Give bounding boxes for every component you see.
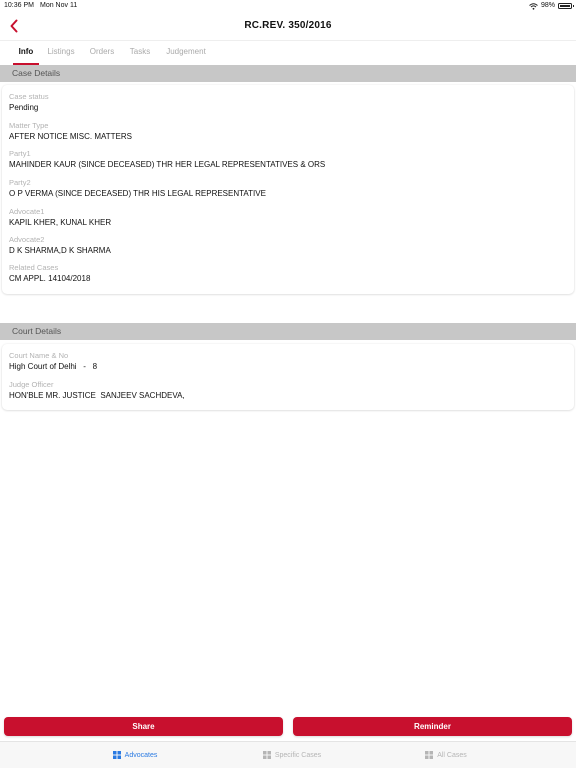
field-value: HON'BLE MR. JUSTICE SANJEEV SACHDEVA, bbox=[9, 391, 185, 400]
field-value: KAPIL KHER, KUNAL KHER bbox=[9, 218, 112, 227]
tab-advocates-label: Advocates bbox=[124, 751, 158, 759]
bottom-tab-bar: Advocates Specific Cases All Cases bbox=[0, 741, 576, 768]
tab-judgement[interactable]: Judgement bbox=[161, 41, 211, 64]
matter-type-field: Matter Type AFTER NOTICE MISC. MATTERS bbox=[9, 121, 567, 143]
nav-bar: RC.REV. 350/2016 bbox=[0, 12, 576, 40]
field-label: Advocate2 bbox=[9, 235, 45, 244]
tab-specific-cases[interactable]: Specific Cases bbox=[232, 742, 352, 768]
field-value: CM APPL. 14104/2018 bbox=[9, 274, 91, 283]
field-label: Court Name & No bbox=[9, 351, 69, 360]
tab-specific-cases-label: Specific Cases bbox=[274, 751, 322, 759]
share-button[interactable]: Share bbox=[4, 717, 283, 736]
wifi-icon bbox=[529, 2, 538, 10]
battery-icon bbox=[558, 3, 574, 9]
field-value: Pending bbox=[9, 103, 39, 112]
related-cases-field: Related Cases CM APPL. 14104/2018 bbox=[9, 263, 567, 285]
grid-icon bbox=[112, 751, 121, 759]
case-details-title: Case Details bbox=[12, 68, 61, 78]
tab-tasks[interactable]: Tasks bbox=[126, 41, 154, 64]
field-label: Party1 bbox=[9, 149, 31, 158]
tab-all-cases[interactable]: All Cases bbox=[396, 742, 496, 768]
party1-field: Party1 MAHINDER KAUR (SINCE DECEASED) TH… bbox=[9, 149, 567, 171]
page-title: RC.REV. 350/2016 bbox=[244, 20, 332, 31]
field-label: Judge Officer bbox=[9, 380, 54, 389]
field-value: MAHINDER KAUR (SINCE DECEASED) THR HER L… bbox=[9, 160, 326, 169]
tab-advocates[interactable]: Advocates bbox=[80, 742, 190, 768]
grid-icon bbox=[262, 751, 271, 759]
tab-info[interactable]: Info bbox=[13, 41, 39, 65]
detail-tabs: Info Listings Orders Tasks Judgement bbox=[0, 40, 576, 65]
court-name-field: Court Name & No High Court of Delhi - 8 bbox=[9, 351, 567, 373]
field-label: Party2 bbox=[9, 178, 31, 187]
field-value: AFTER NOTICE MISC. MATTERS bbox=[9, 132, 132, 141]
court-details-header: Court Details bbox=[0, 323, 576, 340]
status-time: 10:36 PM bbox=[4, 2, 34, 9]
case-details-card: Case status Pending Matter Type AFTER NO… bbox=[2, 85, 574, 294]
field-label: Case status bbox=[9, 92, 49, 101]
field-label: Advocate1 bbox=[9, 207, 45, 216]
tab-all-cases-label: All Cases bbox=[437, 751, 467, 759]
status-date: Mon Nov 11 bbox=[40, 2, 78, 9]
field-label: Related Cases bbox=[9, 263, 59, 272]
judge-officer-field: Judge Officer HON'BLE MR. JUSTICE SANJEE… bbox=[9, 380, 567, 402]
advocate2-field: Advocate2 D K SHARMA,D K SHARMA bbox=[9, 235, 567, 257]
case-details-header: Case Details bbox=[0, 65, 576, 82]
field-value: High Court of Delhi - 8 bbox=[9, 362, 98, 371]
grid-icon bbox=[425, 751, 434, 759]
field-label: Matter Type bbox=[9, 121, 49, 130]
chevron-left-icon bbox=[10, 19, 18, 33]
reminder-button[interactable]: Reminder bbox=[293, 717, 572, 736]
court-details-title: Court Details bbox=[12, 326, 62, 336]
tab-orders[interactable]: Orders bbox=[86, 41, 118, 64]
status-bar: 10:36 PM Mon Nov 11 98% bbox=[0, 0, 576, 12]
advocate1-field: Advocate1 KAPIL KHER, KUNAL KHER bbox=[9, 207, 567, 229]
battery-percent: 98% bbox=[540, 2, 555, 9]
party2-field: Party2 O P VERMA (SINCE DECEASED) THR HI… bbox=[9, 178, 567, 200]
court-details-card: Court Name & No High Court of Delhi - 8 … bbox=[2, 344, 574, 410]
status-right: 98% bbox=[529, 0, 574, 12]
case-status-field: Case status Pending bbox=[9, 92, 567, 114]
field-value: D K SHARMA,D K SHARMA bbox=[9, 246, 111, 255]
tab-listings[interactable]: Listings bbox=[45, 41, 77, 64]
back-button[interactable] bbox=[4, 16, 24, 36]
field-value: O P VERMA (SINCE DECEASED) THR HIS LEGAL… bbox=[9, 189, 266, 198]
